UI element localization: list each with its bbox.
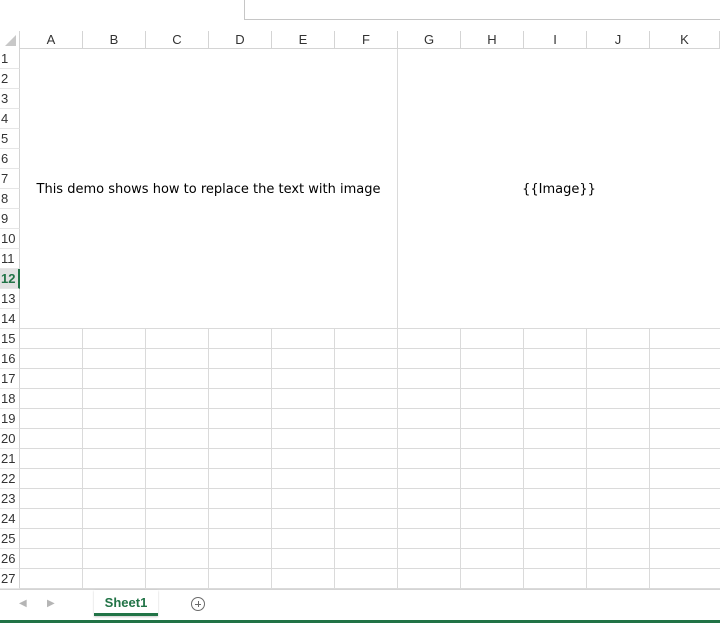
- row-header-1[interactable]: 1: [0, 49, 20, 69]
- column-header-g[interactable]: G: [398, 31, 461, 49]
- scroll-left-icon[interactable]: ◀: [19, 598, 27, 609]
- sheet-tab-sheet1[interactable]: Sheet1: [94, 590, 158, 616]
- merged-cell-g1-k14[interactable]: {{Image}}: [398, 49, 720, 329]
- select-all-button[interactable]: [0, 31, 20, 50]
- row-header-26[interactable]: 26: [0, 549, 20, 569]
- gridline-horizontal: [20, 468, 720, 469]
- row-header-7[interactable]: 7: [0, 169, 20, 189]
- row-header-18[interactable]: 18: [0, 389, 20, 409]
- row-header-19[interactable]: 19: [0, 409, 20, 429]
- gridline-horizontal: [20, 368, 720, 369]
- gridline-horizontal: [20, 568, 720, 569]
- select-all-icon: [5, 35, 16, 46]
- row-header-17[interactable]: 17: [0, 369, 20, 389]
- row-header-21[interactable]: 21: [0, 449, 20, 469]
- gridline-horizontal: [20, 448, 720, 449]
- row-header-2[interactable]: 2: [0, 69, 20, 89]
- row-header-4[interactable]: 4: [0, 109, 20, 129]
- gridline-horizontal: [20, 488, 720, 489]
- row-header-8[interactable]: 8: [0, 189, 20, 209]
- row-header-12[interactable]: 12: [0, 269, 20, 289]
- column-header-f[interactable]: F: [335, 31, 398, 49]
- row-header-5[interactable]: 5: [0, 129, 20, 149]
- column-header-h[interactable]: H: [461, 31, 524, 49]
- row-header-15[interactable]: 15: [0, 329, 20, 349]
- formula-area: [0, 0, 720, 31]
- cell-area[interactable]: This demo shows how to replace the text …: [20, 49, 720, 589]
- merged-cell-a1-f14[interactable]: This demo shows how to replace the text …: [20, 49, 397, 329]
- row-header-27[interactable]: 27: [0, 569, 20, 589]
- gridline-horizontal: [20, 348, 720, 349]
- gridline-horizontal: [20, 328, 720, 329]
- row-header-11[interactable]: 11: [0, 249, 20, 269]
- column-header-j[interactable]: J: [587, 31, 650, 49]
- gridline-horizontal: [20, 428, 720, 429]
- row-header-25[interactable]: 25: [0, 529, 20, 549]
- column-header-a[interactable]: A: [20, 31, 83, 49]
- row-header-23[interactable]: 23: [0, 489, 20, 509]
- row-header-3[interactable]: 3: [0, 89, 20, 109]
- gridline-horizontal: [20, 408, 720, 409]
- gridline-horizontal: [20, 548, 720, 549]
- column-header-e[interactable]: E: [272, 31, 335, 49]
- row-header-9[interactable]: 9: [0, 209, 20, 229]
- row-header-24[interactable]: 24: [0, 509, 20, 529]
- column-header-k[interactable]: K: [650, 31, 720, 49]
- cell-text-demo: This demo shows how to replace the text …: [36, 181, 381, 197]
- cell-text-image-placeholder: {{Image}}: [522, 181, 596, 197]
- row-header-13[interactable]: 13: [0, 289, 20, 309]
- formula-bar[interactable]: [244, 0, 720, 20]
- row-header-10[interactable]: 10: [0, 229, 20, 249]
- worksheet-grid[interactable]: ABCDEFGHIJK 1 2 3 4 5 6 7 8 9 10 11 12 13 14 15 16 17 18 1…: [0, 31, 720, 589]
- gridline-horizontal: [20, 528, 720, 529]
- row-header-6[interactable]: 6: [0, 149, 20, 169]
- column-header-c[interactable]: C: [146, 31, 209, 49]
- row-header-20[interactable]: 20: [0, 429, 20, 449]
- column-header-d[interactable]: D: [209, 31, 272, 49]
- column-header-i[interactable]: I: [524, 31, 587, 49]
- row-header-14[interactable]: 14: [0, 309, 20, 329]
- add-sheet-icon[interactable]: [191, 597, 205, 611]
- gridline-horizontal: [20, 388, 720, 389]
- row-header-16[interactable]: 16: [0, 349, 20, 369]
- gridline-horizontal: [20, 508, 720, 509]
- sheet-tab-bar: ◀ ▶ Sheet1: [0, 589, 720, 623]
- row-header-22[interactable]: 22: [0, 469, 20, 489]
- column-header-b[interactable]: B: [83, 31, 146, 49]
- scroll-right-icon[interactable]: ▶: [47, 598, 55, 609]
